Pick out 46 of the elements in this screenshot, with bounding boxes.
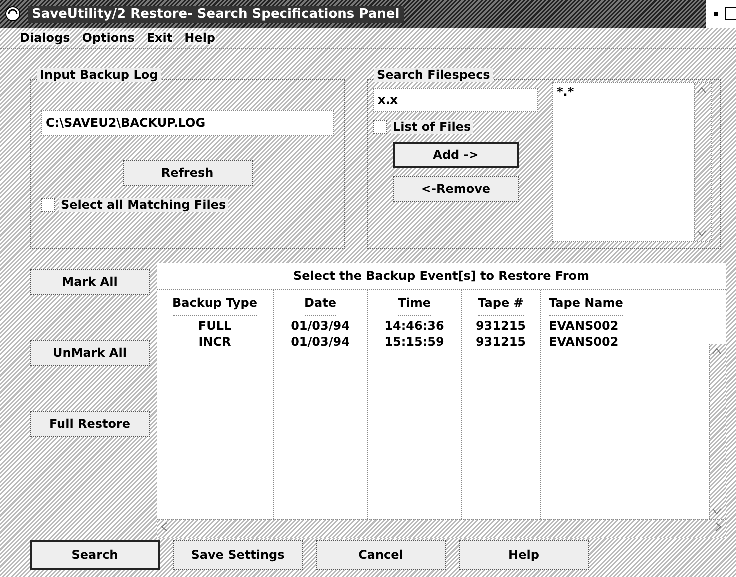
side-button[interactable]: Mark All xyxy=(30,269,150,295)
menu-item[interactable]: Dialogs xyxy=(20,31,70,45)
list-item[interactable]: *.* xyxy=(557,85,690,99)
column-header: Tape # xyxy=(478,296,524,316)
table-cell[interactable]: 01/03/94 xyxy=(291,318,350,334)
dialog-button[interactable]: Search xyxy=(30,540,160,570)
table-cell[interactable]: EVANS002 xyxy=(549,318,619,334)
menu-item[interactable]: Help xyxy=(184,31,216,45)
system-menu-icon[interactable] xyxy=(4,5,22,23)
add-button[interactable]: Add -> xyxy=(393,142,519,168)
side-button[interactable]: UnMark All xyxy=(30,340,150,366)
menu-item[interactable]: Options xyxy=(82,31,135,45)
input-field[interactable]: C:\SAVEU2\BACKUP.LOG xyxy=(41,110,334,136)
side-button[interactable]: Full Restore xyxy=(30,411,150,437)
table-cell[interactable]: FULL xyxy=(198,318,232,334)
table-cell[interactable]: EVANS002 xyxy=(549,334,619,350)
group-title: Input Backup Log xyxy=(37,68,162,82)
filespec-list[interactable]: *.* xyxy=(552,82,712,242)
remove-button[interactable]: <-Remove xyxy=(393,176,519,202)
maximize-icon[interactable] xyxy=(724,5,736,23)
checkbox-label[interactable]: Select all Matching Files xyxy=(59,198,228,212)
column-header: Time xyxy=(398,296,431,316)
group-title: Search Filespecs xyxy=(374,68,494,82)
filespec-field[interactable]: x.x xyxy=(373,88,538,112)
dialog-button[interactable]: Cancel xyxy=(316,540,446,570)
table-title: Select the Backup Event[s] to Restore From xyxy=(157,263,726,290)
table-cell[interactable]: 15:15:59 xyxy=(384,334,444,350)
table-cell[interactable]: 931215 xyxy=(476,318,526,334)
table-cell[interactable]: 01/03/94 xyxy=(291,334,350,350)
scrollbar[interactable] xyxy=(709,344,726,519)
scrollbar[interactable] xyxy=(157,519,726,538)
checkbox[interactable] xyxy=(41,198,55,212)
table-cell[interactable]: 931215 xyxy=(476,334,526,350)
menu-item[interactable]: Exit xyxy=(146,31,173,45)
checkbox[interactable] xyxy=(373,120,387,134)
column-header: Date xyxy=(304,296,336,316)
column-header: Backup Type xyxy=(172,296,258,316)
table-cell[interactable]: 14:46:36 xyxy=(384,318,444,334)
window-title: SaveUtility/2 Restore- Search Specifications Panel xyxy=(28,6,404,22)
checkbox-label[interactable]: List of Files xyxy=(391,120,474,134)
scrollbar[interactable] xyxy=(694,83,711,241)
refresh-button[interactable]: Refresh xyxy=(122,160,252,186)
table-cell[interactable]: INCR xyxy=(198,334,232,350)
column-header: Tape Name xyxy=(549,296,624,316)
dialog-button[interactable]: Save Settings xyxy=(173,540,303,570)
dialog-button[interactable]: Help xyxy=(459,540,589,570)
